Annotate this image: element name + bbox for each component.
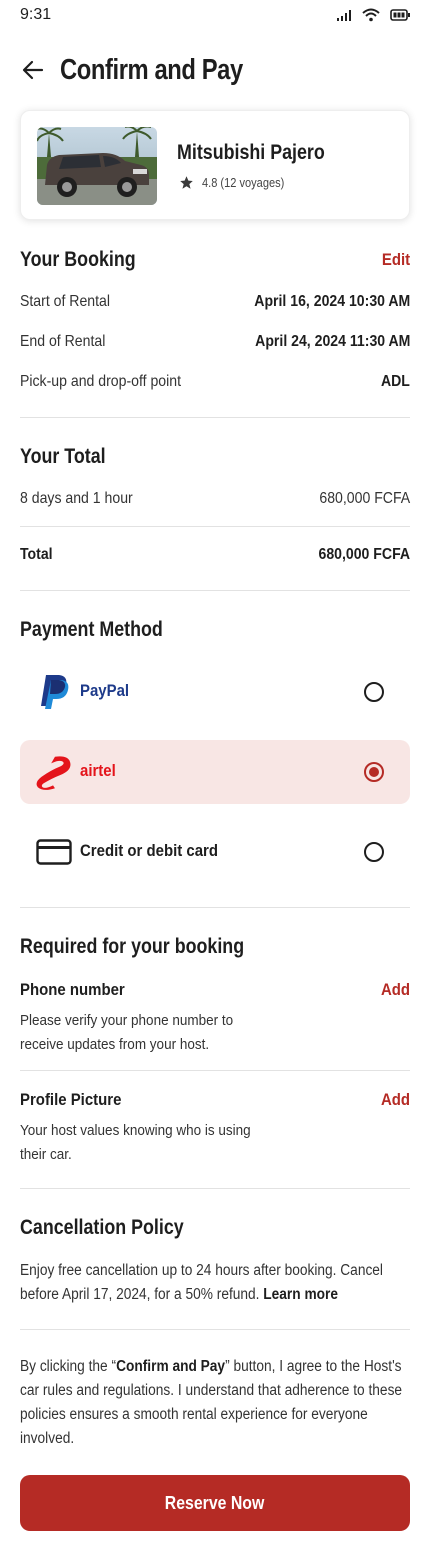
reserve-now-button[interactable]: Reserve Now <box>20 1475 410 1531</box>
divider <box>20 526 410 527</box>
phone-number-desc: Please verify your phone number to recei… <box>20 1012 234 1053</box>
duration-label: 8 days and 1 hour <box>20 490 133 507</box>
car-name: Mitsubishi Pajero <box>177 141 325 164</box>
end-rental-label: End of Rental <box>20 333 106 350</box>
payment-option-airtel[interactable]: airtel <box>20 740 410 804</box>
paypal-icon <box>34 674 74 710</box>
agreement-prefix: By clicking the “ <box>20 1358 117 1375</box>
edit-booking-link[interactable]: Edit <box>382 250 410 270</box>
pickup-point-label: Pick-up and drop-off point <box>20 373 181 390</box>
cancellation-title: Cancellation Policy <box>20 1216 184 1239</box>
required-title: Required for your booking <box>20 935 245 958</box>
star-icon <box>180 176 193 189</box>
divider <box>20 1070 410 1071</box>
payment-option-card[interactable]: Credit or debit card <box>20 820 410 884</box>
status-time: 9:31 <box>20 6 52 23</box>
back-button[interactable] <box>20 57 46 83</box>
duration-value: 680,000 FCFA <box>319 490 410 507</box>
page-title: Confirm and Pay <box>60 53 243 86</box>
total-value: 680,000 FCFA <box>318 546 410 563</box>
profile-picture-desc: Your host values knowing who is using th… <box>20 1122 251 1163</box>
agreement-text: By clicking the “Confirm and Pay” button… <box>20 1355 409 1451</box>
header: Confirm and Pay <box>20 48 410 92</box>
airtel-radio[interactable] <box>364 762 384 782</box>
wifi-icon <box>362 8 380 22</box>
divider <box>20 417 410 418</box>
divider <box>20 907 410 908</box>
start-rental-label: Start of Rental <box>20 293 111 310</box>
add-phone-link[interactable]: Add <box>381 980 410 1000</box>
phone-number-title: Phone number <box>20 980 125 999</box>
learn-more-link[interactable]: Learn more <box>263 1286 338 1303</box>
reserve-now-label: Reserve Now <box>165 1492 265 1513</box>
car-image <box>37 127 157 205</box>
cancellation-text: Enjoy free cancellation up to 24 hours a… <box>20 1259 409 1307</box>
start-rental-value: April 16, 2024 10:30 AM <box>253 293 410 310</box>
card-label: Credit or debit card <box>80 841 218 860</box>
add-profile-picture-link[interactable]: Add <box>381 1090 410 1110</box>
end-rental-value: April 24, 2024 11:30 AM <box>254 333 410 350</box>
battery-icon <box>390 9 410 21</box>
airtel-icon <box>34 754 74 790</box>
total-label: Total <box>20 546 53 563</box>
payment-option-paypal[interactable]: PayPal <box>20 660 410 724</box>
car-rating: 4.8 (12 voyages) <box>179 175 299 190</box>
rating-text: 4.8 (12 voyages) <box>202 175 285 190</box>
payment-title: Payment Method <box>20 618 163 641</box>
arrow-left-icon <box>22 60 44 80</box>
card-radio[interactable] <box>364 842 384 862</box>
credit-card-icon <box>34 834 74 870</box>
signal-icon <box>337 10 351 21</box>
pickup-point-value: ADL <box>381 373 410 390</box>
total-title: Your Total <box>20 445 106 468</box>
divider <box>20 590 410 591</box>
airtel-label: airtel <box>80 761 116 780</box>
paypal-radio[interactable] <box>364 682 384 702</box>
agreement-button-name: Confirm and Pay <box>116 1358 226 1375</box>
status-bar: 9:31 <box>0 0 430 34</box>
car-card[interactable]: Mitsubishi Pajero 4.8 (12 voyages) <box>20 110 410 220</box>
divider <box>20 1188 410 1189</box>
status-icons <box>336 8 410 22</box>
booking-title: Your Booking <box>20 248 136 271</box>
profile-picture-title: Profile Picture <box>20 1090 122 1109</box>
paypal-label: PayPal <box>80 681 130 700</box>
divider <box>20 1329 410 1330</box>
